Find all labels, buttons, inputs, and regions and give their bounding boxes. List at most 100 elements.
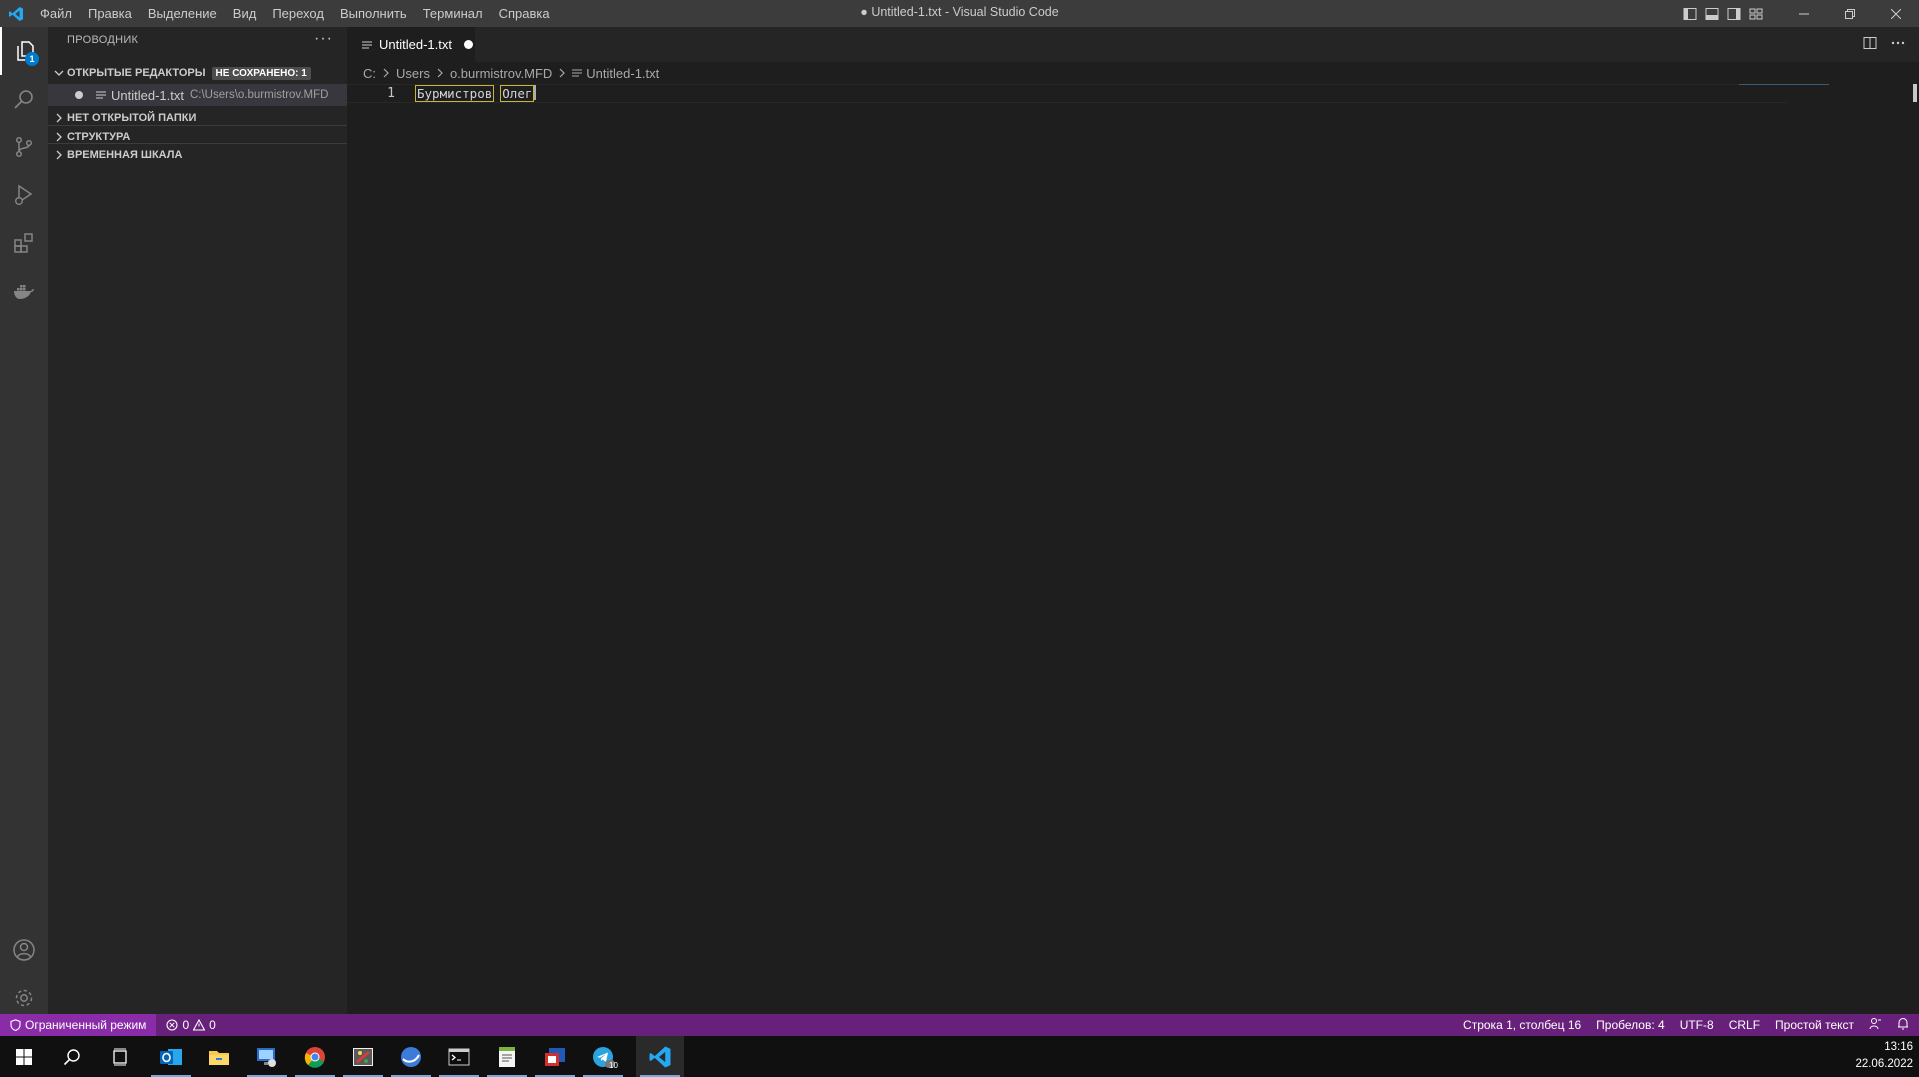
menu-edit[interactable]: Правка — [80, 0, 140, 27]
menu-terminal[interactable]: Терминал — [415, 0, 491, 27]
current-line-highlight — [347, 84, 1787, 103]
account-icon[interactable] — [0, 926, 48, 974]
language-mode[interactable]: Простой текст — [1775, 1018, 1854, 1032]
activity-bar: 1 — [0, 27, 48, 1014]
system-clock[interactable]: 13:16 22.06.2022 — [1855, 1039, 1913, 1073]
minimize-icon[interactable] — [1781, 0, 1827, 27]
encoding[interactable]: UTF-8 — [1680, 1018, 1714, 1032]
customize-layout-icon[interactable] — [1745, 0, 1767, 27]
notifications-bell-icon[interactable] — [1897, 1017, 1909, 1033]
text-file-icon — [572, 68, 583, 78]
chevron-right-icon — [382, 68, 390, 78]
source-control-icon[interactable] — [0, 123, 48, 171]
chevron-right-icon — [436, 68, 444, 78]
warning-count: 0 — [209, 1018, 216, 1032]
docker-icon[interactable] — [0, 267, 48, 315]
search-icon[interactable] — [0, 75, 48, 123]
unsaved-dot-icon[interactable] — [463, 40, 473, 49]
notepad-plus-icon[interactable] — [483, 1036, 531, 1077]
breadcrumb-drive[interactable]: C: — [363, 66, 376, 81]
breadcrumb: C: Users o.burmistrov.MFD Untitled-1.txt — [347, 62, 1919, 84]
paint-icon[interactable] — [339, 1036, 387, 1077]
chevron-right-icon — [558, 68, 566, 78]
vscode-logo-icon — [0, 0, 32, 27]
clock-time: 13:16 — [1884, 1041, 1913, 1053]
start-icon[interactable] — [0, 1036, 48, 1077]
terminal-icon[interactable] — [435, 1036, 483, 1077]
menu-selection[interactable]: Выделение — [140, 0, 225, 27]
outlook-icon[interactable] — [147, 1036, 195, 1077]
error-icon — [166, 1019, 178, 1031]
menu-help[interactable]: Справка — [491, 0, 558, 27]
restore-icon[interactable] — [1827, 0, 1873, 27]
word-highlight: Бурмистров — [415, 85, 495, 102]
chevron-down-icon — [51, 68, 67, 78]
toggle-panel-icon[interactable] — [1701, 0, 1723, 27]
text-editor[interactable]: 1 Бурмистров Олег — [347, 84, 1919, 1014]
minimap[interactable] — [1739, 84, 1829, 85]
sidebar-more-actions[interactable]: ··· — [314, 30, 333, 48]
more-actions-icon[interactable] — [1891, 36, 1905, 53]
toggle-primary-sidebar-icon[interactable] — [1679, 0, 1701, 27]
tab-untitled-1[interactable]: Untitled-1.txt — [347, 27, 475, 62]
text-cursor — [534, 85, 537, 100]
chevron-right-icon — [51, 132, 67, 142]
explorer-sidebar: ПРОВОДНИК ··· ОТКРЫТЫЕ РЕДАКТОРЫ НЕ СОХР… — [48, 27, 347, 1014]
breadcrumb-users[interactable]: Users — [396, 66, 430, 81]
unsaved-dot-icon[interactable] — [75, 91, 83, 99]
cursor-position[interactable]: Строка 1, столбец 16 — [1463, 1018, 1581, 1032]
section-open-editors-label: ОТКРЫТЫЕ РЕДАКТОРЫ — [67, 67, 206, 79]
unsaved-count-badge: НЕ СОХРАНЕНО: 1 — [211, 66, 311, 80]
remote-desktop-icon[interactable] — [243, 1036, 291, 1077]
feedback-icon[interactable] — [1869, 1017, 1882, 1033]
restricted-mode-label: Ограниченный режим — [25, 1018, 147, 1032]
restricted-mode-indicator[interactable]: Ограниченный режим — [0, 1014, 157, 1036]
menu-view[interactable]: Вид — [225, 0, 265, 27]
code-line-1[interactable]: Бурмистров Олег — [415, 84, 537, 103]
breadcrumb-file[interactable]: Untitled-1.txt — [586, 66, 659, 81]
warning-icon — [193, 1019, 206, 1031]
text-file-icon — [362, 40, 374, 50]
globe-app-icon[interactable] — [387, 1036, 435, 1077]
vertical-scrollbar[interactable] — [1913, 84, 1917, 102]
file-explorer-icon[interactable] — [195, 1036, 243, 1077]
sidebar-title: ПРОВОДНИК — [67, 34, 139, 46]
shield-icon — [10, 1019, 21, 1031]
error-count: 0 — [182, 1018, 190, 1032]
chrome-icon[interactable] — [291, 1036, 339, 1077]
menu-file[interactable]: Файл — [32, 0, 80, 27]
breadcrumb-user-folder[interactable]: o.burmistrov.MFD — [450, 66, 552, 81]
section-no-folder-label: НЕТ ОТКРЫТОЙ ПАПКИ — [67, 112, 197, 124]
indentation[interactable]: Пробелов: 4 — [1596, 1018, 1665, 1032]
menu-bar: Файл Правка Выделение Вид Переход Выполн… — [32, 0, 558, 27]
split-editor-icon[interactable] — [1863, 36, 1877, 53]
editor-actions — [1863, 27, 1905, 62]
vscode-icon[interactable] — [636, 1036, 684, 1077]
section-timeline-label: ВРЕМЕННАЯ ШКАЛА — [67, 148, 183, 161]
open-editor-filename: Untitled-1.txt — [111, 87, 184, 103]
tab-label: Untitled-1.txt — [379, 37, 452, 52]
run-debug-icon[interactable] — [0, 171, 48, 219]
menu-go[interactable]: Переход — [264, 0, 332, 27]
editor-tabs: Untitled-1.txt — [347, 27, 1919, 62]
task-view-icon[interactable] — [96, 1036, 144, 1077]
end-of-line[interactable]: CRLF — [1729, 1018, 1760, 1032]
explorer-icon[interactable]: 1 — [0, 27, 48, 75]
search-icon[interactable] — [48, 1036, 96, 1077]
close-icon[interactable] — [1873, 0, 1919, 27]
extensions-icon[interactable] — [0, 219, 48, 267]
section-timeline[interactable]: ВРЕМЕННАЯ ШКАЛА — [48, 143, 347, 165]
menu-run[interactable]: Выполнить — [332, 0, 415, 27]
telegram-icon[interactable]: 10 — [579, 1036, 627, 1077]
open-editor-item[interactable]: Untitled-1.txt C:\Users\o.burmistrov.MFD — [48, 84, 347, 106]
toggle-secondary-sidebar-icon[interactable] — [1723, 0, 1745, 27]
chevron-right-icon — [51, 113, 67, 123]
title-bar: Файл Правка Выделение Вид Переход Выполн… — [0, 0, 1919, 27]
problems-indicator[interactable]: 0 0 — [166, 1018, 216, 1032]
word-highlight: Олег — [500, 85, 535, 102]
open-editor-path: C:\Users\o.burmistrov.MFD — [189, 89, 329, 101]
presentation-app-icon[interactable] — [531, 1036, 579, 1077]
text-file-icon — [94, 90, 108, 100]
section-open-editors[interactable]: ОТКРЫТЫЕ РЕДАКТОРЫ НЕ СОХРАНЕНО: 1 — [48, 62, 347, 84]
chevron-right-icon — [51, 150, 67, 160]
